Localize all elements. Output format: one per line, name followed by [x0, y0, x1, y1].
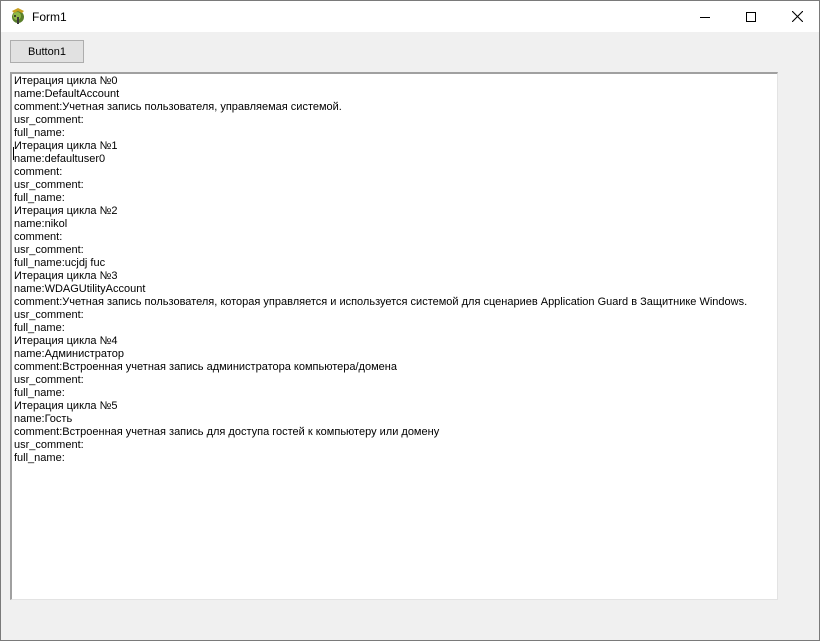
memo-line: full_name:: [14, 127, 65, 139]
maximize-button[interactable]: [728, 1, 774, 32]
memo-line: name:Администратор: [14, 348, 124, 360]
maximize-icon: [746, 11, 756, 22]
title-bar[interactable]: Form1: [1, 1, 819, 32]
memo-line: usr_comment:: [14, 179, 84, 191]
memo-output[interactable]: Итерация цикла №0 name:DefaultAccount comm…: [10, 72, 778, 600]
memo-line: full_name:: [14, 387, 65, 399]
app-window: Form1 Button1 Итерация цикла №0 name:Defa…: [0, 0, 820, 641]
memo-line: Итерация цикла №3: [14, 270, 118, 282]
memo-line: usr_comment:: [14, 374, 84, 386]
window-title: Form1: [32, 10, 67, 24]
memo-line: full_name:: [14, 322, 65, 334]
minimize-icon: [700, 16, 710, 18]
memo-line: full_name:ucjdj fuc: [14, 257, 106, 269]
memo-line: Итерация цикла №2: [14, 205, 118, 217]
memo-lines: Итерация цикла №0 name:DefaultAccount comm…: [12, 74, 777, 465]
button1[interactable]: Button1: [10, 40, 84, 63]
memo-line: usr_comment:: [14, 114, 84, 126]
close-icon: [791, 11, 803, 22]
minimize-button[interactable]: [682, 1, 728, 32]
memo-line: full_name:: [14, 452, 65, 464]
memo-line: usr_comment:: [14, 244, 84, 256]
form-client-area: Button1 Итерация цикла №0 name:DefaultAcc…: [1, 32, 819, 640]
memo-line: comment:: [14, 166, 63, 178]
memo-line: comment:Встроенная учетная запись для до…: [14, 426, 440, 438]
memo-line: comment:Учетная запись пользователя, упр…: [14, 101, 342, 113]
memo-line: name:WDAGUtilityAccount: [14, 283, 146, 295]
memo-line: Итерация цикла №1: [14, 140, 118, 152]
memo-line: Итерация цикла №4: [14, 335, 118, 347]
memo-line: comment:Встроенная учетная запись админи…: [14, 361, 397, 373]
memo-line: usr_comment:: [14, 309, 84, 321]
memo-line: Итерация цикла №0: [14, 75, 118, 87]
memo-line: comment:Учетная запись пользователя, кот…: [14, 296, 748, 308]
memo-line: full_name:: [14, 192, 65, 204]
close-button[interactable]: [774, 1, 820, 32]
memo-line: name:DefaultAccount: [14, 88, 120, 100]
memo-line: comment:: [14, 231, 63, 243]
text-caret: [13, 147, 14, 160]
app-icon[interactable]: [9, 7, 27, 25]
memo-line: name:defaultuser0: [14, 153, 106, 165]
memo-line: usr_comment:: [14, 439, 84, 451]
memo-line: name:nikol: [14, 218, 68, 230]
memo-line: Итерация цикла №5: [14, 400, 118, 412]
memo-line: name:Гость: [14, 413, 73, 425]
